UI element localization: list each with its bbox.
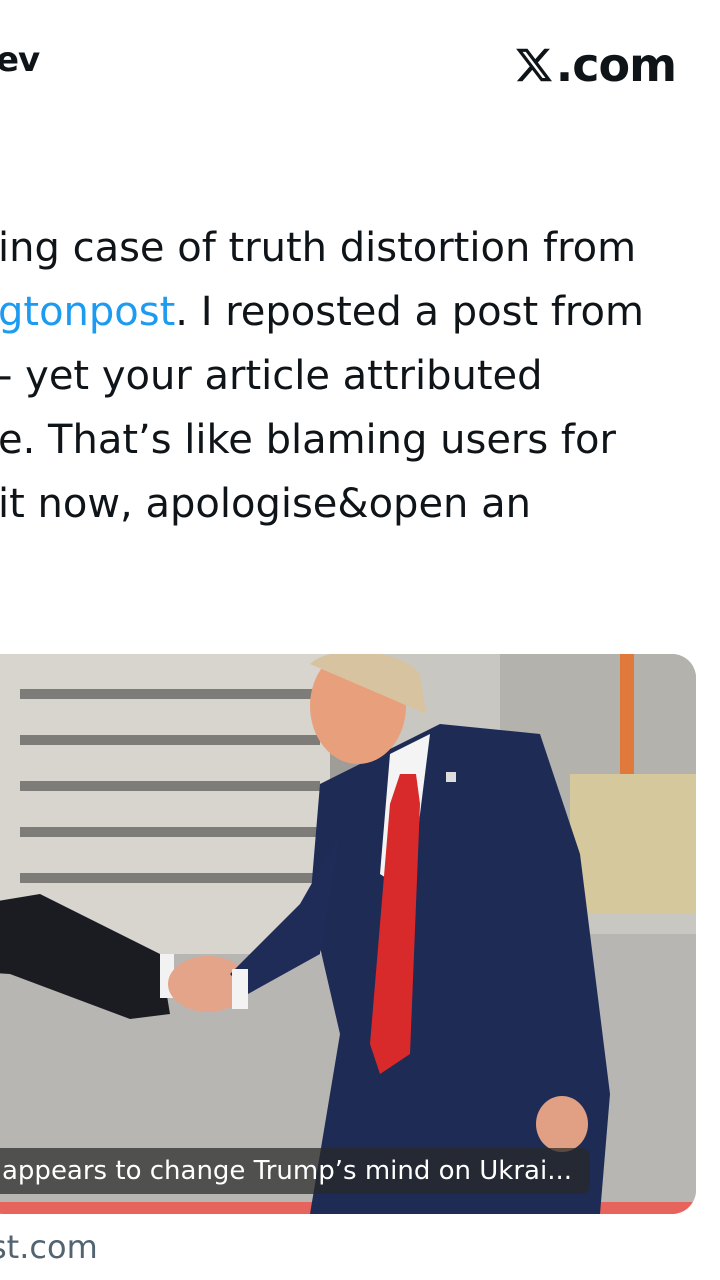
link-card-domain[interactable]: st.com [0, 1228, 98, 1266]
x-logo-icon [515, 48, 552, 82]
author-name[interactable]: ev [0, 40, 40, 80]
tweet-line-text: - yet your article attributed [0, 353, 543, 399]
tweet-line-text: . I reposted a post from [175, 289, 644, 335]
tweet-line: e. That’s like blaming users for [0, 408, 720, 472]
tweet-line-text: e. That’s like blaming users for [0, 417, 616, 463]
photo-handshake [0, 654, 696, 1214]
tweet-line: ing case of truth distortion from [0, 216, 720, 280]
tweet-line-text: it now, apologise&open an [0, 481, 531, 527]
tweet-line: gtonpost. I reposted a post from [0, 280, 720, 344]
tweet-text: ing case of truth distortion from gtonpo… [0, 216, 720, 536]
tweet-line: it now, apologise&open an [0, 472, 720, 536]
brand-watermark: .com [514, 38, 677, 92]
tweet-line: - yet your article attributed [0, 344, 720, 408]
tweet-line-text: ing case of truth distortion from [0, 225, 637, 271]
link-card-image[interactable]: appears to change Trump’s mind on Ukrai.… [0, 654, 696, 1214]
tweet-screenshot: ev .com ing case of truth distortion fro… [0, 0, 720, 1280]
mention-link[interactable]: gtonpost [0, 289, 175, 335]
brand-domain: .com [555, 38, 677, 92]
link-card-title: appears to change Trump’s mind on Ukrai.… [0, 1148, 590, 1194]
